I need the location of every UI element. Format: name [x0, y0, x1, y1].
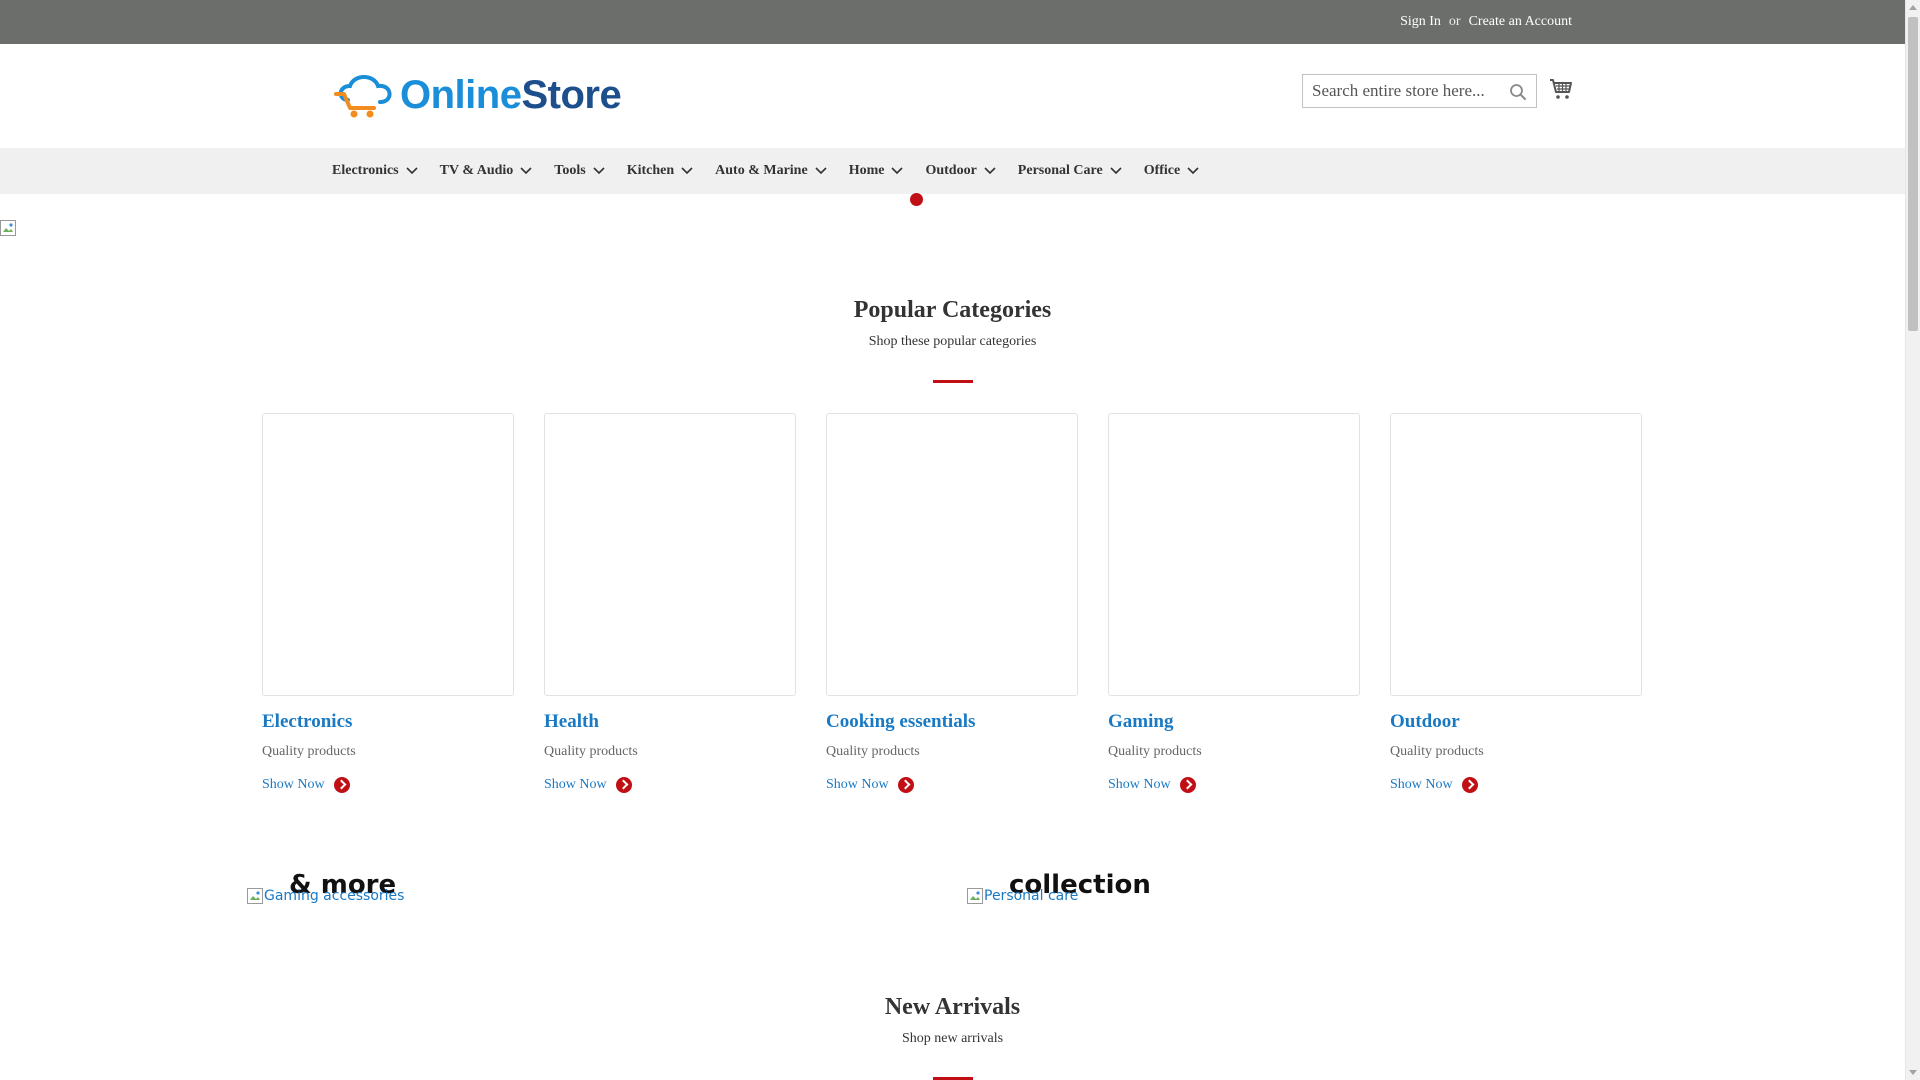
nav-item-outdoor[interactable]: Outdoor: [925, 163, 996, 179]
chevron-right-icon: [615, 777, 632, 793]
nav-item-label: Auto & Marine: [715, 163, 808, 178]
category-subtitle: Quality products: [1390, 744, 1484, 759]
chevron-right-icon: [333, 777, 350, 793]
nav-item-label: Kitchen: [626, 163, 675, 178]
chevron-down-icon: [984, 167, 996, 175]
cart-logo-icon: [334, 75, 392, 118]
create-account-link[interactable]: Create an Account: [1469, 14, 1572, 30]
show-now-label: Show Now: [1390, 777, 1453, 792]
account-links: Sign In or Create an Account: [1400, 14, 1572, 30]
nav-item-personal-care[interactable]: Personal Care: [1018, 163, 1122, 179]
chevron-down-icon: [1110, 167, 1122, 175]
category-card: Outdoor Quality products Show Now: [1390, 413, 1642, 793]
cart-icon[interactable]: [1549, 77, 1573, 101]
broken-image-icon: [0, 220, 16, 236]
chevron-down-icon: [815, 167, 827, 175]
header: Online Store: [0, 44, 1905, 148]
nav-item-label: Office: [1143, 163, 1181, 178]
show-now-label: Show Now: [544, 777, 607, 792]
or-text: or: [1448, 14, 1461, 29]
nav-item-label: Personal Care: [1017, 163, 1103, 178]
search-icon[interactable]: [1509, 83, 1527, 101]
category-title[interactable]: Electronics: [262, 711, 514, 733]
scroll-down-arrow[interactable]: [1909, 1070, 1917, 1075]
scroll-up-arrow[interactable]: [1909, 5, 1917, 10]
category-image[interactable]: [1108, 413, 1360, 696]
section-divider: [933, 380, 973, 383]
nav-item-label: TV & Audio: [439, 163, 514, 178]
category-title[interactable]: Outdoor: [1390, 711, 1642, 733]
category-subtitle: Quality products: [1108, 744, 1202, 759]
slider-dot[interactable]: [910, 193, 923, 206]
chevron-down-icon: [1187, 167, 1199, 175]
category-card: Cooking essentials Quality products Show…: [826, 413, 1078, 793]
category-title[interactable]: Health: [544, 711, 796, 733]
banner-alt-text: Gaming accessories: [264, 888, 405, 904]
nav-item-electronics[interactable]: Electronics: [332, 163, 418, 179]
popular-categories-title: Popular Categories: [853, 297, 1052, 323]
nav-item-tools[interactable]: Tools: [554, 163, 605, 179]
category-subtitle: Quality products: [544, 744, 638, 759]
category-cards: Electronics Quality products Show Now He…: [262, 413, 1642, 793]
scrollbar-thumb[interactable]: [1908, 17, 1918, 331]
show-now-label: Show Now: [1108, 777, 1171, 792]
chevron-right-icon: [1179, 777, 1196, 793]
search-box: [1302, 74, 1537, 108]
nav-item-label: Home: [848, 163, 885, 178]
show-now-link[interactable]: Show Now: [1108, 777, 1360, 793]
show-now-link[interactable]: Show Now: [826, 777, 1078, 793]
nav-list: Electronics TV & Audio Tools Kitchen Aut…: [332, 148, 1221, 194]
new-arrivals-title: New Arrivals: [884, 994, 1021, 1020]
store-logo[interactable]: Online Store: [334, 70, 622, 120]
show-now-link[interactable]: Show Now: [262, 777, 514, 793]
category-card: Electronics Quality products Show Now: [262, 413, 514, 793]
show-now-label: Show Now: [826, 777, 889, 792]
nav-item-tv-audio[interactable]: TV & Audio: [440, 163, 533, 179]
chevron-down-icon: [406, 167, 418, 175]
broken-image-icon: [247, 888, 263, 904]
chevron-down-icon: [681, 167, 693, 175]
chevron-down-icon: [520, 167, 532, 175]
nav-item-label: Tools: [554, 163, 586, 178]
chevron-right-icon: [897, 777, 914, 793]
logo-word-online: Online: [400, 72, 522, 117]
category-card: Gaming Quality products Show Now: [1108, 413, 1360, 793]
main-nav: Electronics TV & Audio Tools Kitchen Aut…: [0, 148, 1905, 194]
category-image[interactable]: [1390, 413, 1642, 696]
show-now-link[interactable]: Show Now: [1390, 777, 1642, 793]
category-card: Health Quality products Show Now: [544, 413, 796, 793]
category-title[interactable]: Cooking essentials: [826, 711, 1078, 733]
chevron-down-icon: [593, 167, 605, 175]
category-title[interactable]: Gaming: [1108, 711, 1360, 733]
broken-image-icon: [967, 888, 983, 904]
category-subtitle: Quality products: [262, 744, 356, 759]
nav-item-auto-marine[interactable]: Auto & Marine: [715, 163, 827, 179]
sign-in-link[interactable]: Sign In: [1400, 14, 1441, 30]
popular-categories-subtitle: Shop these popular categories: [868, 334, 1037, 349]
category-image[interactable]: [544, 413, 796, 696]
top-bar: Sign In or Create an Account: [0, 0, 1905, 44]
nav-item-label: Outdoor: [925, 163, 977, 178]
nav-item-kitchen[interactable]: Kitchen: [627, 163, 693, 179]
category-subtitle: Quality products: [826, 744, 920, 759]
vertical-scrollbar[interactable]: [1905, 0, 1920, 1080]
chevron-down-icon: [891, 167, 904, 175]
banner-alt-text: Personal care: [984, 888, 1079, 904]
gaming-accessories-banner[interactable]: Gaming accessories: [247, 888, 404, 904]
chevron-right-icon: [1461, 777, 1478, 793]
show-now-link[interactable]: Show Now: [544, 777, 796, 793]
personal-care-banner[interactable]: Personal care: [967, 888, 1078, 904]
category-image[interactable]: [826, 413, 1078, 696]
nav-item-home[interactable]: Home: [849, 163, 904, 179]
nav-item-office[interactable]: Office: [1144, 163, 1200, 179]
new-arrivals-subtitle: Shop new arrivals: [901, 1031, 1004, 1046]
category-image[interactable]: [262, 413, 514, 696]
nav-item-label: Electronics: [332, 163, 399, 178]
search-input[interactable]: [1303, 75, 1498, 107]
show-now-label: Show Now: [262, 777, 325, 792]
logo-word-store: Store: [521, 72, 622, 117]
